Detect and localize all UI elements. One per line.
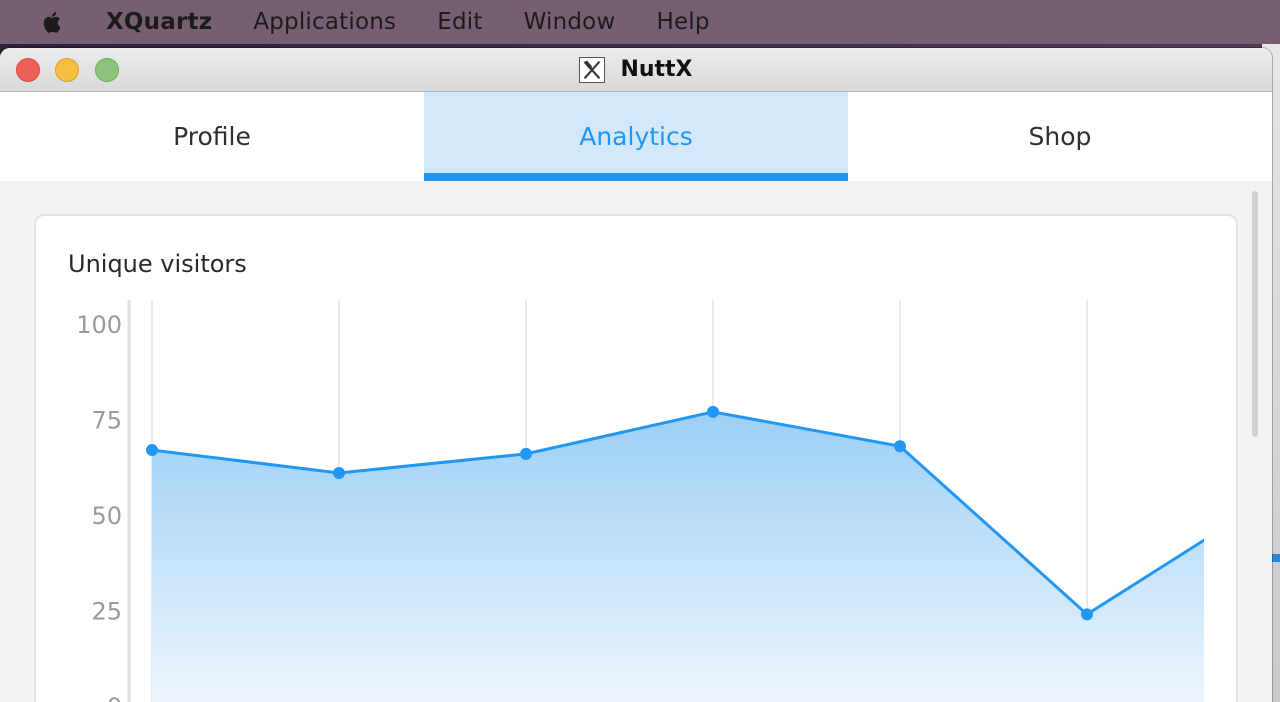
tab-bar: Profile Analytics Shop — [0, 92, 1272, 181]
vertical-scrollbar[interactable] — [1252, 191, 1258, 437]
data-point[interactable] — [707, 405, 719, 418]
window-title: NuttX — [620, 57, 693, 82]
x11-app-icon — [579, 56, 606, 83]
apple-icon[interactable] — [38, 7, 68, 37]
analytics-content[interactable]: Unique visitors 1007550250 — [0, 181, 1272, 702]
data-point[interactable] — [894, 440, 906, 453]
tab-shop[interactable]: Shop — [848, 92, 1272, 181]
y-tick-label: 25 — [91, 598, 122, 626]
chart-card: Unique visitors 1007550250 — [34, 214, 1238, 702]
series-area-fill — [152, 411, 1204, 702]
macos-menubar: XQuartz Applications Edit Window Help — [0, 0, 1280, 44]
data-point[interactable] — [1081, 608, 1093, 621]
tab-analytics[interactable]: Analytics — [424, 92, 848, 181]
plot-area — [146, 405, 1204, 702]
y-tick-label: 100 — [76, 311, 122, 339]
window-titlebar[interactable]: NuttX — [0, 48, 1272, 92]
data-point[interactable] — [146, 444, 158, 457]
menu-app-name[interactable]: XQuartz — [106, 9, 212, 35]
background-window-accent — [1272, 554, 1280, 562]
data-point[interactable] — [333, 466, 345, 479]
tab-profile[interactable]: Profile — [0, 92, 424, 181]
data-point[interactable] — [520, 447, 532, 460]
menu-help[interactable]: Help — [656, 9, 709, 35]
menu-edit[interactable]: Edit — [437, 9, 482, 35]
menu-applications[interactable]: Applications — [253, 9, 396, 35]
y-tick-label: 0 — [107, 693, 122, 702]
y-tick-label: 50 — [91, 502, 122, 530]
app-window: NuttX Profile Analytics Shop Unique visi… — [0, 48, 1272, 702]
window-title-group: NuttX — [0, 48, 1272, 91]
unique-visitors-chart: 100 75 50 25 0 — [76, 300, 1204, 702]
menu-window[interactable]: Window — [524, 9, 616, 35]
y-tick-label: 75 — [91, 407, 122, 435]
